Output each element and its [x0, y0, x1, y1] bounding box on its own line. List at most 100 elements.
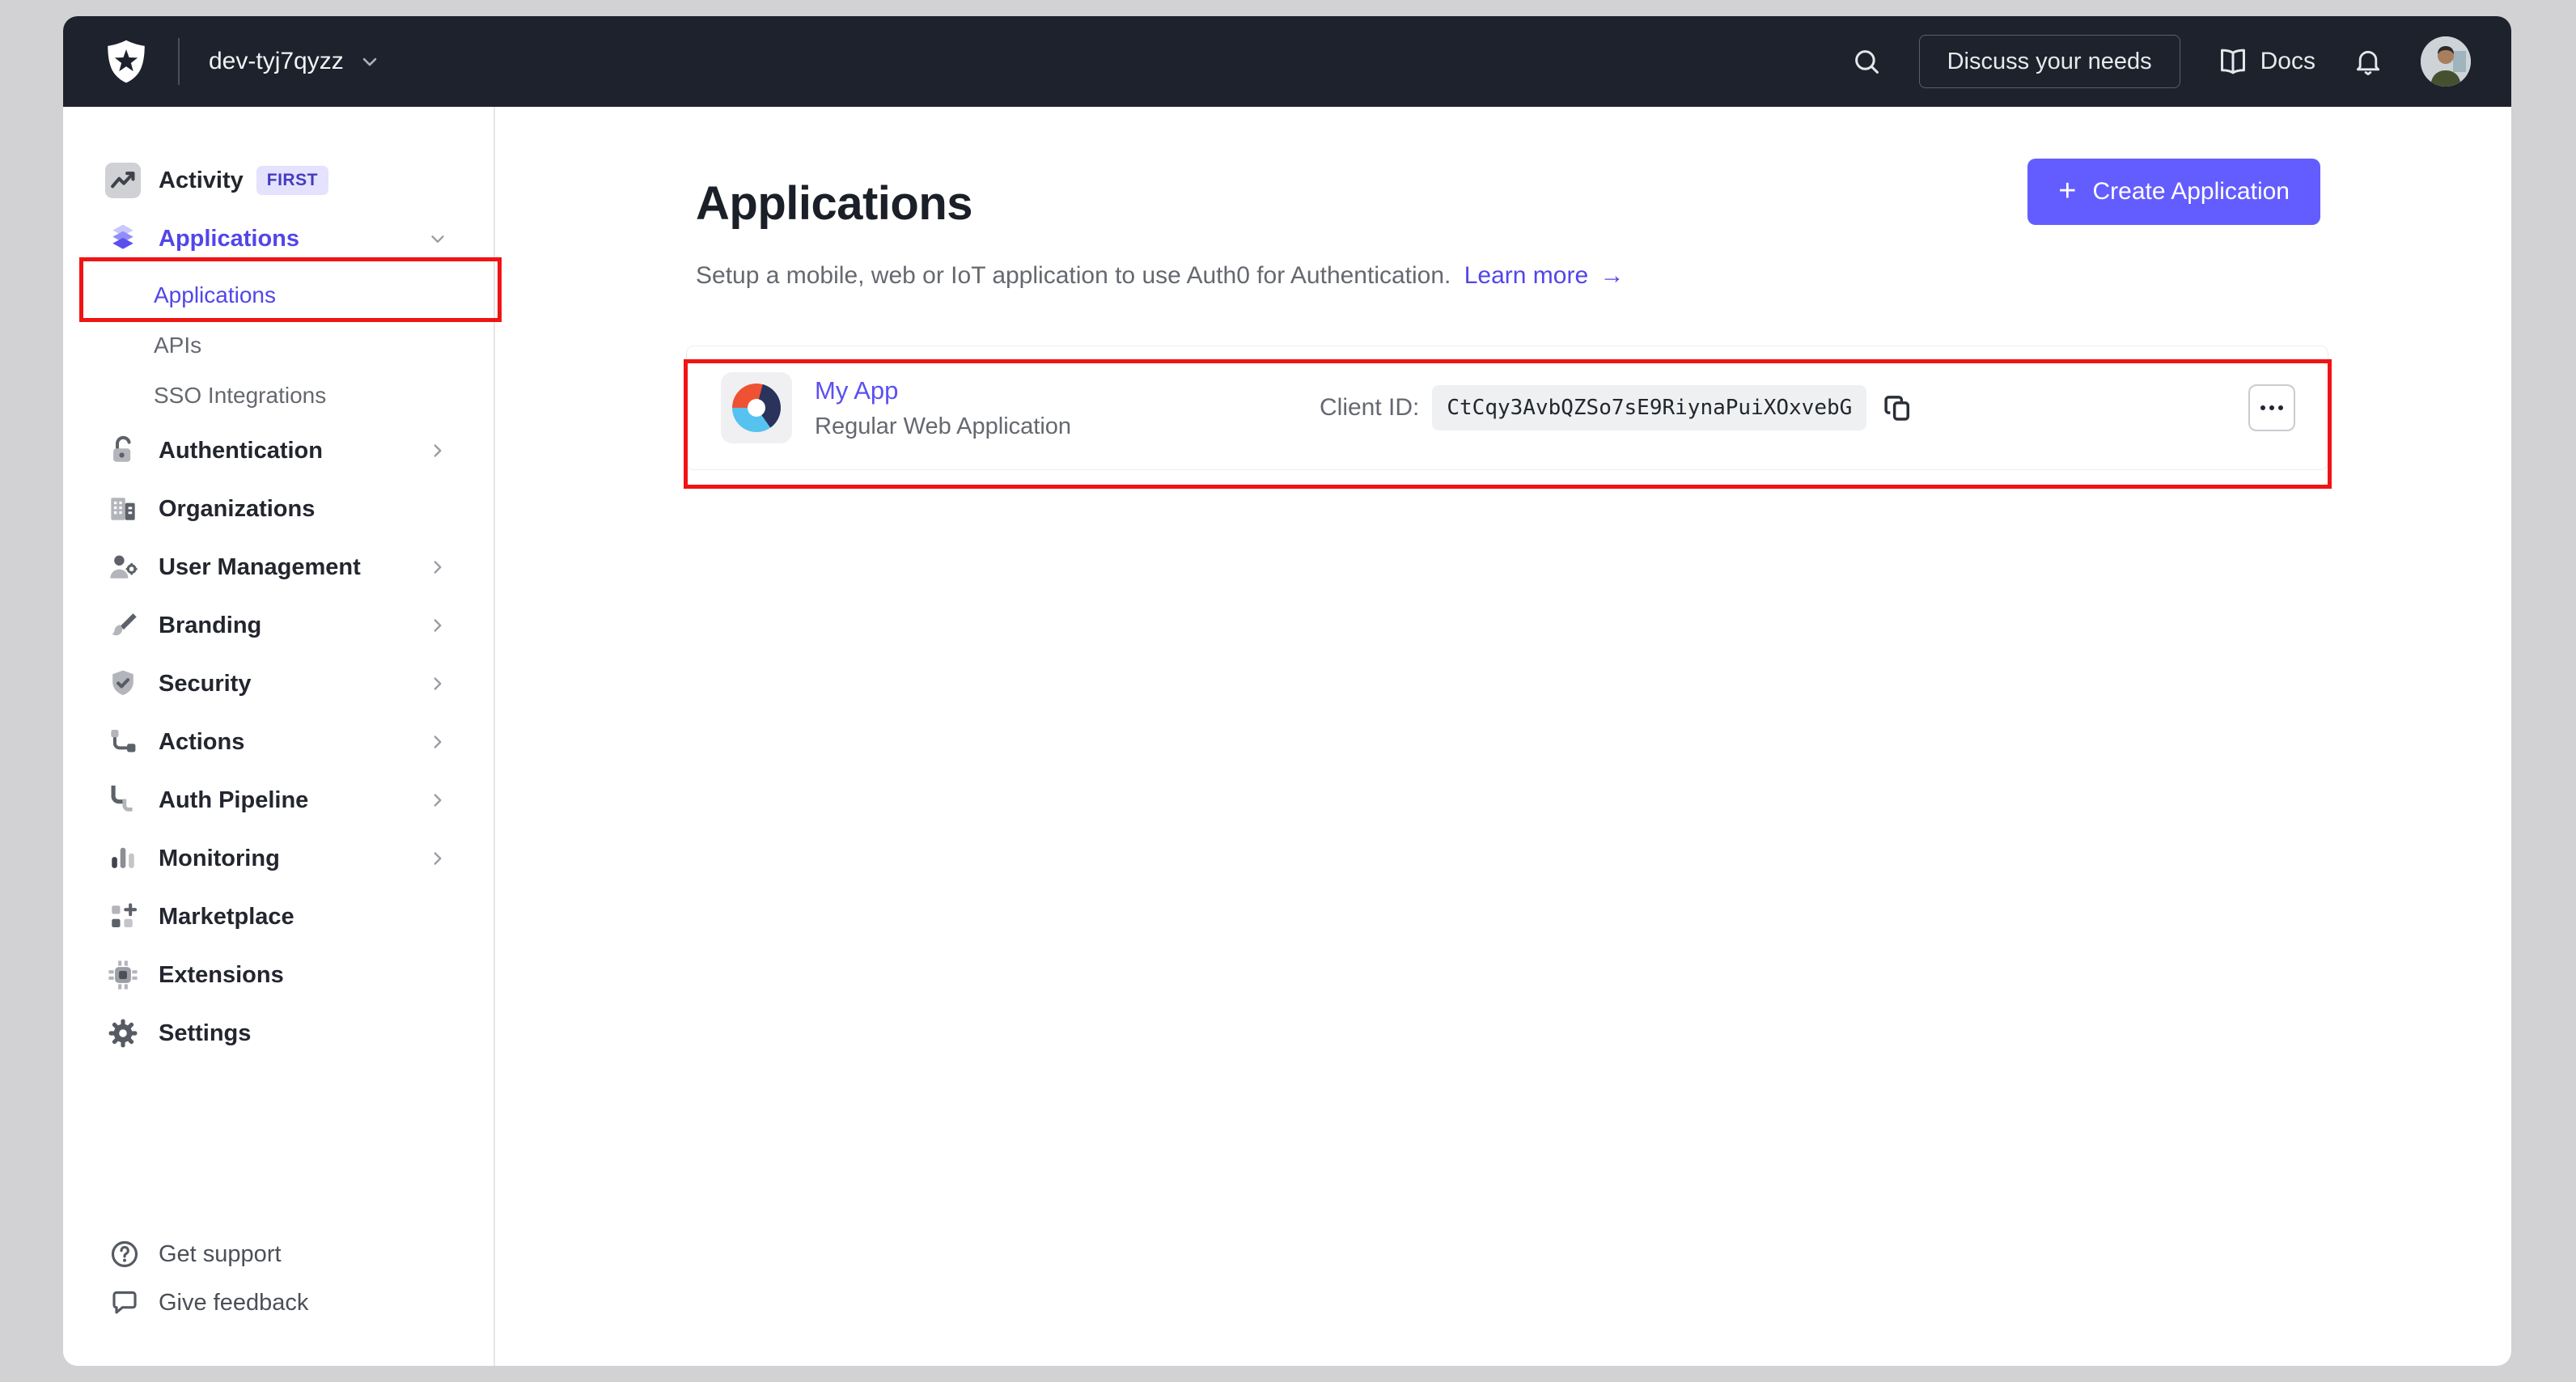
- layers-icon: [105, 223, 141, 255]
- gear-icon: [105, 1015, 141, 1051]
- client-id-group: Client ID: CtCqy3AvbQZSo7sE9RiynaPuiXOxv…: [1320, 385, 1915, 430]
- chevron-right-icon: [427, 440, 448, 461]
- book-icon: [2220, 49, 2245, 74]
- row-actions-menu-button[interactable]: [2248, 384, 2295, 431]
- sidebar-subitem-apis[interactable]: APIs: [63, 320, 494, 371]
- dot: [2260, 405, 2265, 410]
- chevron-right-icon: [427, 673, 448, 694]
- application-type: Regular Web Application: [815, 413, 1072, 439]
- applications-submenu: Applications APIs SSO Integrations: [63, 270, 494, 421]
- sidebar-item-actions[interactable]: Actions: [63, 715, 494, 769]
- main-content: Applications Setup a mobile, web or IoT …: [495, 107, 2511, 1366]
- unlock-icon: [105, 433, 141, 468]
- search-button[interactable]: [1851, 46, 1882, 77]
- sidebar-item-branding[interactable]: Branding: [63, 599, 494, 652]
- topbar: dev-tyj7qyzz Discuss your needs Docs: [63, 16, 2511, 107]
- topbar-left: dev-tyj7qyzz: [104, 37, 381, 86]
- chip-icon: [105, 957, 141, 993]
- sidebar-item-user-management[interactable]: User Management: [63, 541, 494, 594]
- notifications-button[interactable]: [2353, 46, 2383, 77]
- sidebar-item-label: Branding: [159, 612, 262, 638]
- building-icon: [105, 491, 141, 527]
- pipeline-icon: [105, 782, 141, 818]
- copy-icon: [1884, 396, 1910, 421]
- create-application-button[interactable]: + Create Application: [2027, 159, 2320, 225]
- chevron-right-icon: [427, 615, 448, 636]
- sidebar-item-label: Marketplace: [159, 903, 294, 930]
- client-id-label: Client ID:: [1320, 394, 1420, 421]
- page-subtitle: Setup a mobile, web or IoT application t…: [696, 262, 1625, 290]
- create-application-label: Create Application: [2092, 178, 2290, 205]
- application-name-link[interactable]: My App: [815, 376, 1071, 405]
- application-row[interactable]: My App Regular Web Application Client ID…: [686, 346, 2328, 470]
- help-circle-icon: [111, 1240, 138, 1268]
- sidebar-subitem-applications[interactable]: Applications: [63, 270, 494, 320]
- sidebar-item-label: Settings: [159, 1020, 252, 1046]
- chevron-right-icon: [427, 557, 448, 578]
- flow-icon: [105, 724, 141, 760]
- auth0-logo-icon[interactable]: [104, 37, 149, 86]
- sidebar-item-label: Activity: [159, 167, 244, 193]
- screenshot-canvas: dev-tyj7qyzz Discuss your needs Docs Act…: [0, 0, 2576, 1382]
- search-icon: [1854, 50, 1879, 74]
- speech-bubble-icon: [112, 1291, 137, 1314]
- copy-client-id-button[interactable]: [1881, 391, 1915, 425]
- page-title: Applications: [696, 177, 973, 230]
- bar-chart-icon: [105, 841, 141, 876]
- get-support-link[interactable]: Get support: [63, 1230, 494, 1278]
- sidebar-item-authentication[interactable]: Authentication: [63, 424, 494, 477]
- give-feedback-label: Give feedback: [159, 1289, 309, 1316]
- sidebar-item-label: Organizations: [159, 495, 316, 522]
- give-feedback-link[interactable]: Give feedback: [63, 1278, 494, 1327]
- sidebar-item-marketplace[interactable]: Marketplace: [63, 890, 494, 943]
- sidebar-item-label: Auth Pipeline: [159, 786, 309, 813]
- get-support-label: Get support: [159, 1240, 282, 1267]
- dot: [2278, 405, 2283, 410]
- activity-chart-icon: [105, 163, 141, 198]
- application-info: My App Regular Web Application: [815, 376, 1071, 440]
- sidebar-subitem-sso-integrations[interactable]: SSO Integrations: [63, 371, 494, 421]
- app-donut-icon: [732, 384, 781, 432]
- sidebar-item-label: Extensions: [159, 961, 284, 988]
- first-badge: FIRST: [256, 166, 328, 195]
- sidebar-item-extensions[interactable]: Extensions: [63, 948, 494, 1002]
- shield-check-icon: [105, 666, 141, 702]
- client-id-value: CtCqy3AvbQZSo7sE9RiynaPuiXOxvebG: [1432, 385, 1867, 430]
- chevron-down-icon: [427, 228, 448, 249]
- sidebar-footer: Get support Give feedback: [63, 1230, 494, 1327]
- sidebar-item-label: User Management: [159, 553, 361, 580]
- app-window: dev-tyj7qyzz Discuss your needs Docs Act…: [63, 16, 2511, 1366]
- arrow-right-icon: →: [1599, 262, 1625, 289]
- chevron-right-icon: [427, 848, 448, 869]
- grid-plus-icon: [105, 899, 141, 935]
- docs-label: Docs: [2260, 48, 2315, 74]
- sidebar-item-applications[interactable]: Applications: [63, 212, 494, 265]
- sidebar-item-activity[interactable]: Activity FIRST: [63, 154, 494, 207]
- sidebar-item-label: Authentication: [159, 437, 323, 464]
- bell-icon: [2356, 50, 2380, 75]
- sidebar-item-settings[interactable]: Settings: [63, 1007, 494, 1060]
- docs-button[interactable]: Docs: [2218, 46, 2315, 77]
- sidebar-item-auth-pipeline[interactable]: Auth Pipeline: [63, 774, 494, 827]
- plus-icon: +: [2058, 173, 2077, 208]
- chevron-right-icon: [427, 790, 448, 811]
- sidebar-item-label: Actions: [159, 728, 245, 755]
- sidebar-item-label: Applications: [159, 225, 300, 252]
- discuss-your-needs-button[interactable]: Discuss your needs: [1918, 35, 2180, 88]
- sidebar-item-monitoring[interactable]: Monitoring: [63, 832, 494, 885]
- sidebar-item-security[interactable]: Security: [63, 657, 494, 710]
- learn-more-link[interactable]: Learn more: [1464, 262, 1588, 289]
- sidebar-item-label: Security: [159, 670, 252, 697]
- chevron-right-icon: [427, 731, 448, 752]
- tenant-switcher[interactable]: dev-tyj7qyzz: [209, 48, 381, 75]
- sidebar-nav: Activity FIRST Applications Applications…: [63, 107, 494, 1060]
- topbar-right: Discuss your needs Docs: [1851, 35, 2471, 88]
- sidebar: Activity FIRST Applications Applications…: [63, 107, 495, 1366]
- sidebar-item-label: Monitoring: [159, 845, 280, 871]
- chevron-down-icon: [362, 57, 377, 66]
- user-avatar[interactable]: [2421, 36, 2471, 87]
- tenant-name: dev-tyj7qyzz: [209, 48, 344, 74]
- sidebar-item-organizations[interactable]: Organizations: [63, 482, 494, 536]
- user-gear-icon: [105, 549, 141, 585]
- subtitle-text: Setup a mobile, web or IoT application t…: [696, 262, 1451, 289]
